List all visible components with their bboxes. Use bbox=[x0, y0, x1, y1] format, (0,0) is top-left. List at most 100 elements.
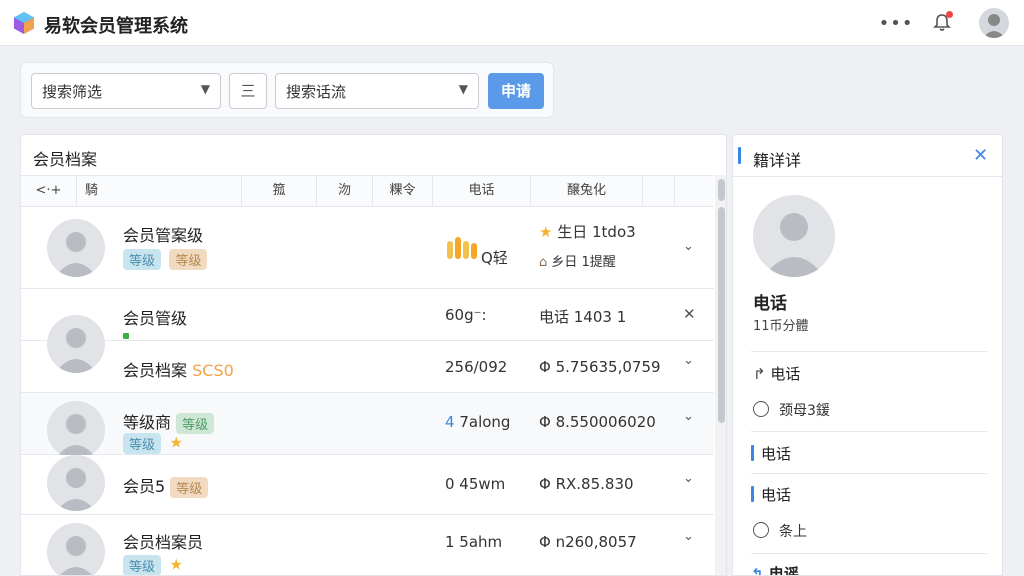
member-name-text: 会员5 bbox=[123, 477, 166, 496]
user-avatar[interactable] bbox=[979, 8, 1009, 38]
divider bbox=[751, 473, 987, 474]
detail-link[interactable]: ↱ 电话 bbox=[753, 363, 800, 384]
expand-chevron-icon[interactable]: ⌄ bbox=[683, 239, 694, 254]
column-header[interactable]: 醸兔化 bbox=[531, 176, 643, 206]
section-title: 电话 bbox=[761, 486, 792, 504]
accent-bar bbox=[751, 445, 754, 461]
member-col-mid: 0 45wm bbox=[445, 475, 506, 493]
avatar bbox=[47, 315, 105, 373]
column-header[interactable]: 箛 bbox=[241, 176, 317, 206]
expand-chevron-icon[interactable]: ⌄ bbox=[683, 471, 694, 486]
radio-button[interactable] bbox=[753, 401, 769, 417]
table-header: <·+ 騎 箛 沕 粿令 电话 醸兔化 bbox=[21, 175, 714, 207]
birthday-text: 生日 1tdo3 bbox=[557, 223, 636, 241]
level-tag: 等级 bbox=[170, 477, 209, 498]
column-header[interactable]: 粿令 bbox=[373, 176, 433, 206]
filter-select-value: 搜索筛选 bbox=[42, 83, 103, 101]
member-col-mid: Q轻 bbox=[481, 249, 508, 267]
detail-header: 籍详详 ✕ bbox=[733, 135, 1002, 177]
table-row[interactable]: 会员档案员 等级 ★ 1 5ahm Φ n260,8057 ⌄ bbox=[21, 515, 714, 575]
expand-chevron-icon[interactable]: ⌄ bbox=[683, 409, 694, 424]
more-icon[interactable]: ••• bbox=[879, 9, 913, 37]
member-tags: 等级 等级 bbox=[123, 249, 211, 270]
detail-heading: 电话 bbox=[753, 294, 787, 314]
avatar bbox=[47, 523, 105, 575]
status-indicator bbox=[123, 333, 129, 339]
member-name: 会员5 等级 bbox=[123, 473, 212, 498]
notification-bell-icon[interactable] bbox=[928, 9, 956, 37]
level-tag: 等级 bbox=[176, 413, 215, 434]
member-name: 会员档案员 bbox=[123, 533, 204, 552]
table-row[interactable]: 等级商 等级 等级 ★ 4 7along Φ 8.550006020 ⌄ bbox=[21, 393, 714, 459]
member-birthday: ★ 生日 1tdo3 bbox=[539, 221, 636, 242]
member-name: 会员档案 SCS0 bbox=[123, 357, 234, 381]
table-row[interactable]: 会员档案 SCS0 256/0​92 Φ 5.75635,0759 ⌄ bbox=[21, 315, 714, 393]
member-name: 等级商 等级 bbox=[123, 409, 218, 434]
apply-button[interactable]: 申请 bbox=[488, 73, 544, 109]
expand-chevron-icon[interactable]: ⌄ bbox=[683, 529, 694, 544]
scrollbar-thumb[interactable] bbox=[718, 207, 725, 423]
close-row-icon[interactable]: ✕ bbox=[683, 305, 696, 323]
member-name-text: 会员档案 bbox=[123, 361, 188, 380]
level-tag: 等级 bbox=[169, 249, 208, 270]
scrollbar[interactable] bbox=[715, 175, 726, 575]
notification-dot bbox=[946, 11, 953, 18]
radio-button[interactable] bbox=[753, 522, 769, 538]
table-row[interactable]: 会员管级 60g⁻: 电话 1403 1 ✕ bbox=[21, 289, 714, 341]
column-header-nav[interactable]: <·+ bbox=[21, 176, 77, 206]
detail-title: 籍详详 bbox=[753, 151, 802, 170]
member-col-mid: 60g⁻: bbox=[445, 306, 487, 324]
column-header[interactable]: 沕 bbox=[317, 176, 373, 206]
detail-avatar bbox=[753, 195, 835, 277]
filter-select[interactable]: 搜索筛选 ▼ bbox=[31, 73, 221, 109]
member-name: 会员管案级 bbox=[123, 226, 204, 245]
chevron-down-icon: ▼ bbox=[200, 82, 210, 96]
member-phone: Φ 5.75635,0759 bbox=[539, 358, 661, 376]
members-title: 会员档案 bbox=[33, 150, 98, 169]
member-reminder: ⌂ 乡日 1提醒 bbox=[539, 251, 616, 270]
detail-subtitle: 11币分體 bbox=[753, 319, 809, 334]
column-header-phone[interactable]: 电话 bbox=[433, 176, 531, 206]
expand-chevron-icon[interactable]: ⌄ bbox=[683, 353, 694, 368]
level-tag: 等级 bbox=[123, 555, 162, 575]
table-row[interactable]: 会员管案级 等级 等级 Q轻 ★ 生日 1tdo3 ⌂ 乡日 1提醒 ⌄ bbox=[21, 207, 714, 289]
top-bar: 易软会员管理系统 ••• bbox=[0, 0, 1024, 46]
app-title: 易软会员管理系统 bbox=[44, 16, 188, 37]
divider bbox=[751, 351, 987, 352]
member-tags: 等级 ★ bbox=[123, 433, 183, 454]
divider bbox=[751, 553, 987, 554]
member-phone: Φ n260,8057 bbox=[539, 533, 637, 551]
app-logo-icon bbox=[14, 12, 34, 34]
member-phone: Φ 8.550006020 bbox=[539, 413, 656, 431]
list-toggle-button[interactable]: 三 bbox=[229, 73, 267, 109]
cake-icon: ⌂ bbox=[539, 255, 548, 270]
member-tags: 等级 ★ bbox=[123, 555, 183, 575]
member-phone: Φ RX.85.830 bbox=[539, 475, 634, 493]
avatar bbox=[47, 401, 105, 459]
table-row[interactable]: 会员5 等级 0 45wm Φ RX.85.830 ⌄ bbox=[21, 455, 714, 515]
radio-label: 颈母3鍰 bbox=[779, 403, 830, 419]
detail-panel: 籍详详 ✕ 电话 11币分體 ↱ 电话 颈母3鍰 电话 电话 条上 ↰ 电谣 bbox=[732, 134, 1003, 576]
star-icon: ★ bbox=[169, 433, 183, 452]
section-title-text: 电谣 bbox=[768, 565, 799, 576]
search-flow-select-value: 搜索话流 bbox=[286, 83, 347, 101]
avatar bbox=[47, 455, 105, 511]
level-tag: 等级 bbox=[123, 249, 162, 270]
member-col-mid: 1 5ahm bbox=[445, 533, 503, 551]
close-icon[interactable]: ✕ bbox=[973, 145, 988, 166]
search-flow-select[interactable]: 搜索话流 ▼ bbox=[275, 73, 479, 109]
member-col-mid: 4 7along bbox=[445, 413, 510, 431]
section-title-partial: ↰ 电谣 bbox=[751, 563, 799, 576]
level-tag: 等级 bbox=[123, 433, 162, 454]
chevron-down-icon: ▼ bbox=[458, 82, 468, 96]
divider bbox=[751, 431, 987, 432]
members-panel: 会员档案 <·+ 騎 箛 沕 粿令 电话 醸兔化 会员管案级 等级 等级 Q轻 … bbox=[20, 134, 727, 576]
member-phone: 电话 1403 1 bbox=[539, 308, 627, 326]
member-code: SCS0 bbox=[192, 361, 234, 380]
member-name-text: 等级商 bbox=[123, 413, 172, 432]
star-icon: ★ bbox=[539, 223, 553, 241]
section-title: 电话 bbox=[761, 445, 792, 463]
filter-bar: 搜索筛选 ▼ 三 搜索话流 ▼ 申请 bbox=[20, 62, 554, 118]
radio-label: 条上 bbox=[779, 524, 807, 540]
detail-link-label: 电话 bbox=[770, 365, 801, 383]
